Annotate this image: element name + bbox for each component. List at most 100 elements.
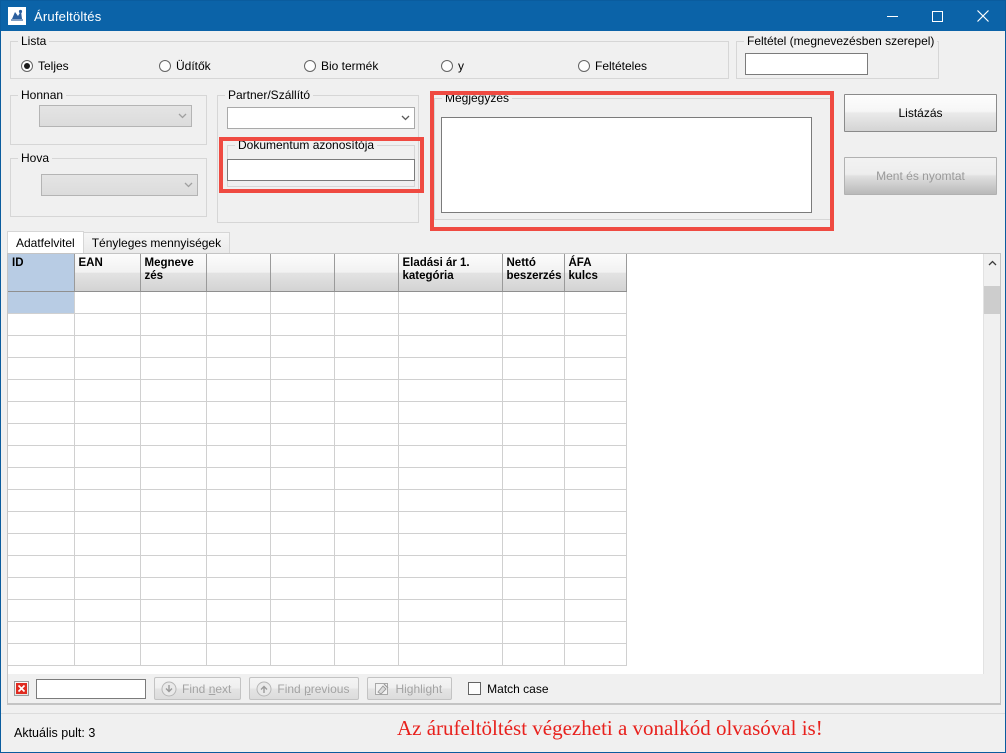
grid-cell[interactable] [502,379,565,402]
grid-cell[interactable] [206,467,271,490]
grid-cell[interactable] [74,401,141,424]
grid-row[interactable] [8,533,627,556]
grid-cell[interactable] [564,511,627,534]
grid-cell[interactable] [564,291,627,314]
grid-cell[interactable] [270,533,335,556]
grid-column-header[interactable]: Eladási ár 1. kategória [398,254,503,292]
grid-cell[interactable] [140,291,207,314]
grid-row[interactable] [8,423,627,446]
grid-cell[interactable] [564,313,627,336]
grid-cell[interactable] [502,643,565,666]
grid-cell[interactable] [398,291,503,314]
grid-row[interactable] [8,467,627,490]
grid-cell[interactable] [398,445,503,468]
grid-cell[interactable] [564,401,627,424]
grid-cell[interactable] [564,335,627,358]
grid-cell[interactable] [270,335,335,358]
grid-cell[interactable] [398,379,503,402]
grid-column-header[interactable] [206,254,271,292]
grid-cell[interactable] [140,599,207,622]
grid-cell[interactable] [74,379,141,402]
grid-cell[interactable] [334,643,399,666]
grid-cell[interactable] [206,599,271,622]
grid-cell[interactable] [206,621,271,644]
grid-cell[interactable] [206,357,271,380]
grid-row[interactable] [8,401,627,424]
grid-cell[interactable] [8,533,75,556]
find-input[interactable] [36,678,146,699]
ment-es-nyomtat-button[interactable]: Ment és nyomtat [844,157,997,195]
grid-cell[interactable] [74,423,141,446]
grid-cell[interactable] [206,423,271,446]
minimize-icon[interactable] [870,1,915,31]
grid-cell[interactable] [502,291,565,314]
grid-row[interactable] [8,379,627,402]
grid-cell[interactable] [334,555,399,578]
data-grid[interactable]: ID EAN Megneve zés Eladási ár 1. kategória N… [7,253,1001,705]
grid-cell[interactable] [140,313,207,336]
honnan-combo[interactable] [39,105,192,127]
grid-cell[interactable] [502,555,565,578]
grid-cell[interactable] [8,555,75,578]
grid-cell[interactable] [74,643,141,666]
grid-cell[interactable] [74,555,141,578]
grid-cell[interactable] [140,555,207,578]
grid-column-header[interactable] [334,254,399,292]
grid-cell[interactable] [334,467,399,490]
grid-cell[interactable] [270,511,335,534]
grid-cell[interactable] [564,423,627,446]
grid-cell[interactable] [8,291,75,314]
grid-cell[interactable] [564,533,627,556]
grid-column-header[interactable]: ID [8,254,75,292]
grid-cell[interactable] [398,555,503,578]
grid-cell[interactable] [74,621,141,644]
grid-cell[interactable] [74,533,141,556]
grid-cell[interactable] [502,445,565,468]
grid-cell[interactable] [564,621,627,644]
grid-cell[interactable] [334,379,399,402]
grid-row[interactable] [8,511,627,534]
grid-cell[interactable] [334,401,399,424]
grid-cell[interactable] [140,467,207,490]
grid-cell[interactable] [270,357,335,380]
grid-cell[interactable] [8,489,75,512]
grid-cell[interactable] [140,401,207,424]
grid-cell[interactable] [140,423,207,446]
feltetel-input[interactable] [745,53,868,75]
grid-row[interactable] [8,599,627,622]
radio-y[interactable]: y [441,59,464,73]
grid-cell[interactable] [140,511,207,534]
listazas-button[interactable]: Listázás [844,94,997,132]
grid-cell[interactable] [206,379,271,402]
grid-cell[interactable] [8,599,75,622]
grid-cell[interactable] [140,335,207,358]
grid-cell[interactable] [398,313,503,336]
grid-column-header[interactable]: ÁFA kulcs [564,254,627,292]
grid-cell[interactable] [502,599,565,622]
close-icon[interactable] [960,1,1005,31]
grid-cell[interactable] [206,401,271,424]
grid-cell[interactable] [270,489,335,512]
grid-row[interactable] [8,313,627,336]
grid-cell[interactable] [140,379,207,402]
grid-cell[interactable] [502,621,565,644]
grid-cell[interactable] [270,445,335,468]
grid-cell[interactable] [74,489,141,512]
grid-cell[interactable] [8,643,75,666]
grid-cell[interactable] [74,577,141,600]
grid-cell[interactable] [8,621,75,644]
grid-cell[interactable] [140,577,207,600]
grid-scrollbar-thumb[interactable] [984,286,1000,315]
grid-row[interactable] [8,577,627,600]
grid-cell[interactable] [502,313,565,336]
grid-cell[interactable] [206,555,271,578]
grid-cell[interactable] [398,423,503,446]
grid-cell[interactable] [270,643,335,666]
grid-cell[interactable] [206,511,271,534]
hova-combo[interactable] [41,174,198,196]
grid-cell[interactable] [8,357,75,380]
close-red-icon[interactable] [14,681,29,696]
grid-cell[interactable] [398,621,503,644]
grid-cell[interactable] [206,643,271,666]
grid-row[interactable] [8,555,627,578]
